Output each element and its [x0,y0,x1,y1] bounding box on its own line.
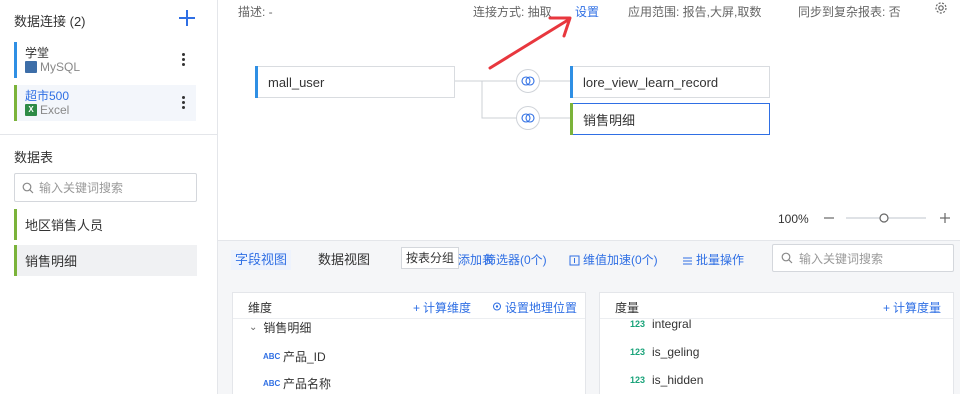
connection-item-xuetang[interactable]: 学堂 MySQL [14,42,196,78]
relation-canvas[interactable]: 描述: - 连接方式: 抽取 设置 应用范围: 报告,大屏,取数 同步到复杂报表… [218,0,960,240]
field-name: is_hidden [652,373,704,387]
table-item-sales-detail[interactable]: 销售明细 [14,245,197,276]
batch-label: 批量操作 [696,253,745,267]
table-search-input[interactable]: 输入关键词搜索 [14,173,197,202]
table-item-region-sales[interactable]: 地区销售人员 [14,209,197,240]
measure-field-item[interactable]: 123 is_geling [630,345,699,359]
group-by-table-select[interactable]: 按表分组 [401,247,460,269]
batch-operation-button[interactable]: 批量操作 [682,250,744,270]
connection-name: 超市500 [25,89,70,103]
dimension-panel-header: 维度 + 计算维度 设置地理位置 [233,293,585,319]
search-placeholder: 输入关键词搜索 [799,251,884,266]
filter-button[interactable]: 筛选器(0个) [484,250,547,270]
connection-color-bar [14,85,17,121]
node-label: 销售明细 [583,112,636,128]
batch-icon [683,257,692,264]
field-name: 产品_ID [283,350,326,364]
search-icon [22,182,34,193]
group-by-label: 按表分组 [406,251,455,265]
plus-icon: + [413,300,421,315]
join-type-icon[interactable] [516,69,540,93]
table-color-bar [14,209,17,240]
dim-accel-label: 维值加速(0个) [583,253,658,267]
inner-join-icon [521,113,535,123]
connection-item-supermarket[interactable]: 超市500 X Excel [14,85,196,121]
search-placeholder: 输入关键词搜索 [39,181,124,195]
search-icon [781,252,793,264]
chevron-down-icon: ⌄ [249,322,258,333]
tab-data-view[interactable]: 数据视图 [314,250,374,270]
connection-type: X Excel [25,103,69,117]
connection-type: MySQL [25,60,80,74]
measure-title: 度量 [615,301,640,315]
measure-panel-header: 度量 + 计算度量 [600,293,953,319]
measure-field-item[interactable]: 123 is_hidden [630,373,703,387]
node-color-bar [570,103,573,135]
number-type-icon: 123 [630,347,646,357]
dimension-panel: 维度 + 计算维度 设置地理位置 ⌄ 销售明细 ABC 产品_ID ABC 产品… [232,292,586,394]
table-name: 地区销售人员 [25,218,104,233]
dimension-title: 维度 [248,301,273,315]
field-search-input[interactable]: 输入关键词搜索 [772,244,954,272]
table-color-bar [14,245,17,276]
location-icon [493,302,501,311]
connection-type-label: MySQL [40,60,81,74]
connection-color-bar [14,42,17,78]
field-group-sales-detail[interactable]: ⌄ 销售明细 [249,319,311,336]
dim-accel-button[interactable]: 维值加速(0个) [569,250,658,270]
calc-measure-label: 计算度量 [893,301,942,315]
connection-more-icon[interactable] [182,53,186,67]
group-name: 销售明细 [263,321,312,335]
dimension-field-item[interactable]: ABC 产品_ID [263,348,326,365]
measure-panel: 度量 + 计算度量 123 integral 123 is_geling 123… [599,292,954,394]
connection-more-icon[interactable] [182,96,186,110]
measure-field-item[interactable]: 123 integral [630,317,691,331]
accelerate-icon [569,255,580,265]
node-label: lore_view_learn_record [583,74,719,90]
node-color-bar [570,66,573,98]
sidebar: 数据连接 (2) 学堂 MySQL 超市500 X Excel 数据表 输入关键… [0,0,218,394]
field-panel-area: 字段视图 数据视图 按表分组 添加表 筛选器(0个) 维值加速(0个) 批量操作… [218,240,960,394]
number-type-icon: 123 [630,319,646,329]
table-node-sales-detail[interactable]: 销售明细 [570,103,770,135]
inner-join-icon [521,76,535,86]
dimension-field-item[interactable]: ABC 产品名称 [263,375,331,392]
calc-dimension-label: 计算维度 [423,301,472,315]
field-name: integral [652,317,692,331]
tables-title: 数据表 [14,150,54,165]
calc-measure-button[interactable]: + 计算度量 [883,299,941,316]
field-name: is_geling [652,345,700,359]
node-color-bar [255,66,258,98]
tab-field-view[interactable]: 字段视图 [231,250,292,270]
excel-icon: X [25,104,37,116]
node-label: mall_user [268,74,325,90]
calc-dimension-button[interactable]: + 计算维度 [413,299,471,316]
sidebar-divider [0,134,218,135]
zoom-level: 100% [778,212,809,226]
table-node-lore-view[interactable]: lore_view_learn_record [570,66,770,98]
connection-type-label: Excel [40,103,70,117]
connection-name: 学堂 [25,46,50,60]
plus-icon: + [883,300,891,315]
text-type-icon: ABC [263,379,281,388]
join-type-icon[interactable] [516,106,540,130]
zoom-slider[interactable] [822,210,956,226]
table-name: 销售明细 [25,254,78,269]
geo-location-button[interactable]: 设置地理位置 [492,299,577,316]
geo-location-label: 设置地理位置 [505,301,578,315]
number-type-icon: 123 [630,375,646,385]
add-connection-plus-icon[interactable] [179,10,195,26]
filter-label: 筛选器(0个) [484,253,547,267]
mysql-icon [25,61,37,73]
text-type-icon: ABC [263,352,281,361]
field-name: 产品名称 [283,377,332,391]
connections-title: 数据连接 (2) [14,14,86,29]
table-node-mall-user[interactable]: mall_user [255,66,455,98]
